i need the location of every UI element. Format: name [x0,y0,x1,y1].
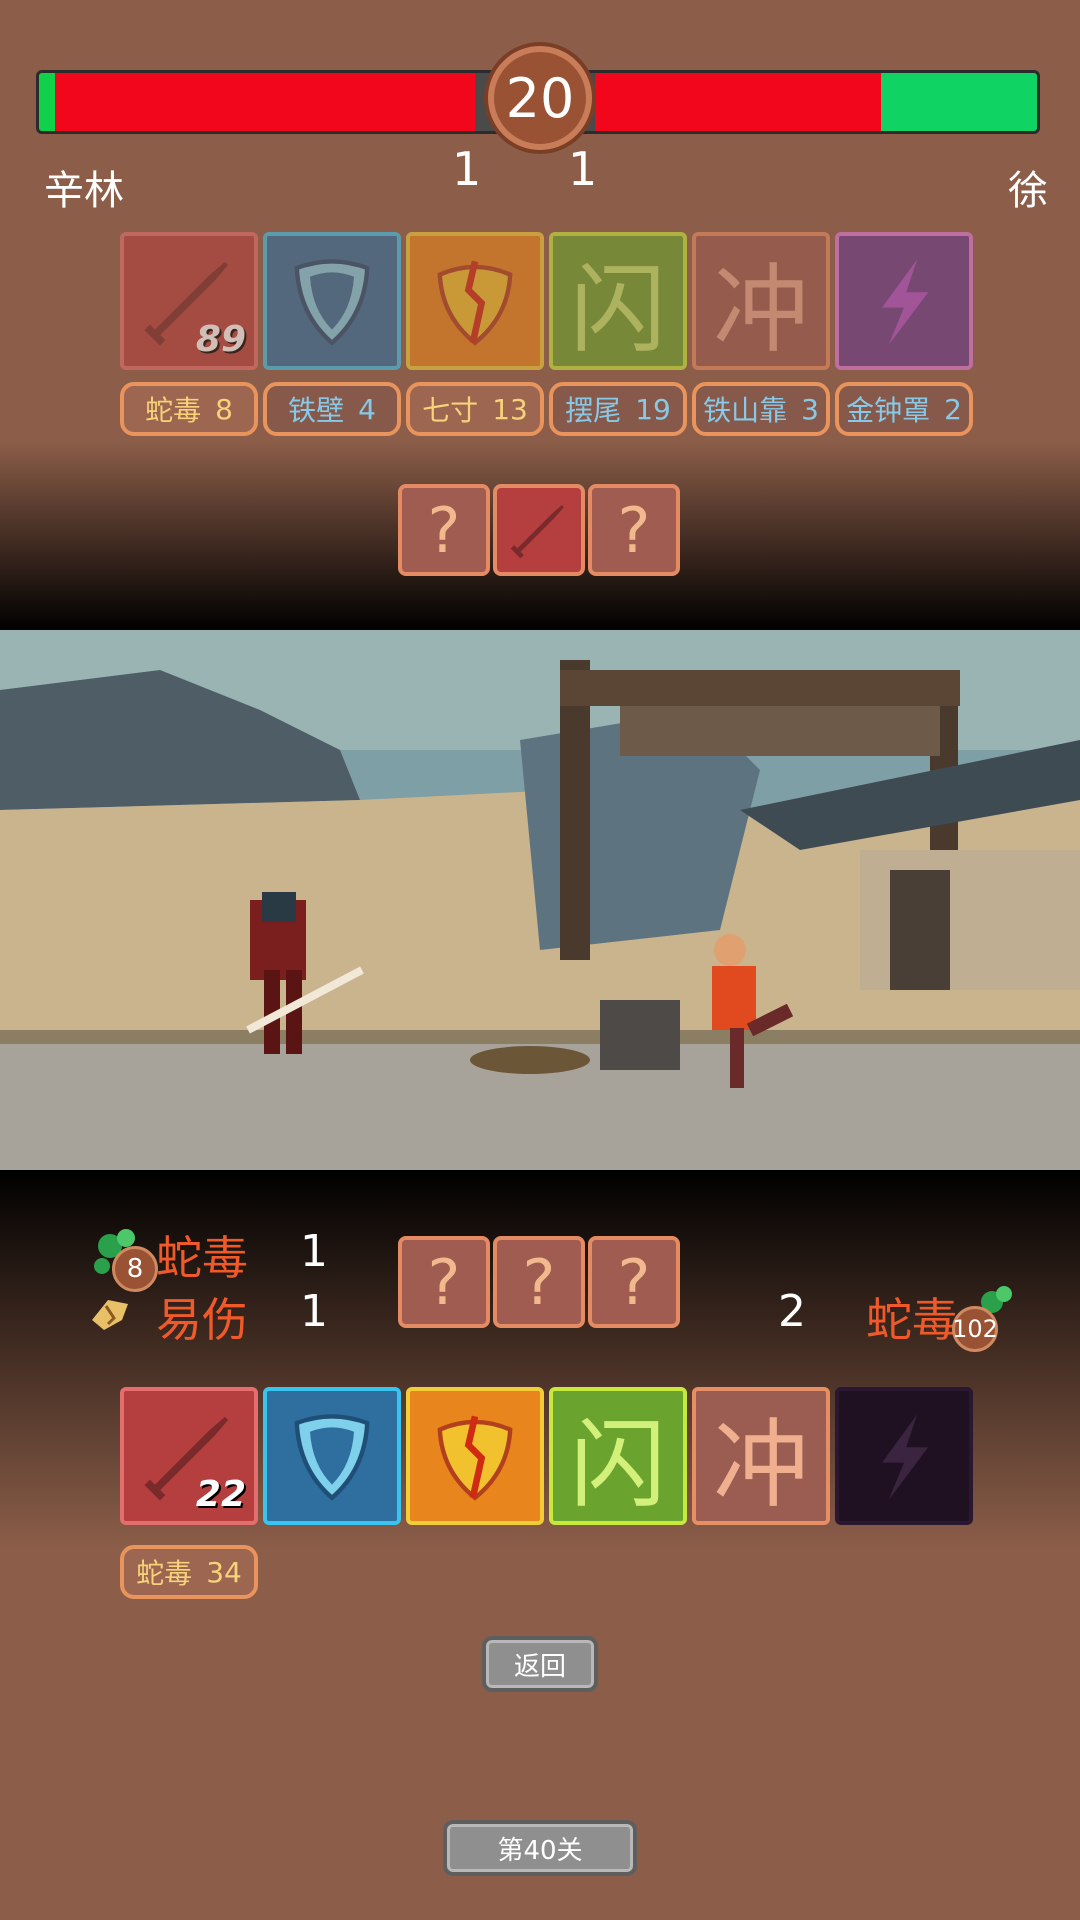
player-sword-count: 22 [195,1474,246,1515]
enemy-tag: 蛇毒 8 [120,382,258,436]
lightning-icon [882,259,929,345]
sword-icon [510,505,564,559]
tag-label: 铁壁 [288,394,345,427]
player-tag: 蛇毒 34 [120,1545,258,1599]
enemy-tag: 七寸 13 [406,382,544,436]
shield-icon [294,1414,370,1501]
lightning-icon [882,1414,929,1500]
tag-label: 摆尾 [565,394,622,427]
enemy-skill-charge[interactable]: 冲 [692,232,830,370]
enemy-queue-slot: ? [588,484,680,576]
broken-shield-icon [437,1415,513,1501]
tag-value: 2 [944,392,962,426]
enemy-name: 徐 [1008,168,1048,214]
player-hp-fill [39,73,55,131]
player-status-label: 易伤 [156,1293,248,1347]
level-button[interactable]: 第40关 [443,1820,637,1876]
enemy-skill-shield[interactable] [263,232,401,370]
tag-label: 七寸 [422,394,479,427]
player-skill-shield[interactable] [263,1387,401,1525]
charge-glyph-icon: 冲 [713,1408,809,1521]
player-status-value: 1 [300,1286,328,1337]
player-queue-slot[interactable]: ? [493,1236,585,1328]
enemy-status-label: 蛇毒 [866,1293,958,1347]
tag-value: 34 [206,1555,242,1589]
enemy-queue-slot-sword [493,484,585,576]
tag-label: 蛇毒 [136,1557,193,1590]
enemy-tag: 铁山靠 3 [692,382,830,436]
poison-badge: 102 [952,1306,998,1352]
tag-value: 3 [801,392,819,426]
enemy-status-value: 2 [778,1286,806,1337]
scene-background [0,630,1080,1170]
poison-icon: 102 [948,1282,1018,1352]
tag-label: 铁山靠 [703,394,788,427]
player-queue-slot[interactable]: ? [588,1236,680,1328]
enemy-score: 1 [568,142,598,196]
tag-value: 4 [358,392,376,426]
battle-scene [0,630,1080,1170]
dodge-glyph-icon: 闪 [570,253,666,366]
player-queue-slot[interactable]: ? [398,1236,490,1328]
tag-value: 19 [635,392,671,426]
enemy-sword-count: 89 [195,319,246,360]
tag-label: 蛇毒 [145,394,202,427]
charge-glyph-icon: 冲 [713,253,809,366]
player-status-label: 蛇毒 [156,1231,248,1285]
round-timer: 20 [488,46,592,150]
poison-badge: 8 [112,1246,158,1292]
player-hp-lost [55,73,475,131]
enemy-skill-dodge[interactable]: 闪 [549,232,687,370]
player-skill-lightning-disabled [835,1387,973,1525]
tag-value: 8 [215,392,233,426]
enemy-hp-lost [595,73,881,131]
enemy-skill-break[interactable] [406,232,544,370]
fracture-icon [88,1290,134,1336]
enemy-tag: 铁壁 4 [263,382,401,436]
enemy-tag: 摆尾 19 [549,382,687,436]
dodge-glyph-icon: 闪 [570,1408,666,1521]
broken-shield-icon [437,260,513,346]
enemy-skill-sword[interactable]: 89 [120,232,258,370]
enemy-skill-lightning[interactable] [835,232,973,370]
fracture-shape [92,1300,128,1330]
player-skill-sword[interactable]: 22 [120,1387,258,1525]
player-skill-break[interactable] [406,1387,544,1525]
poison-icon: 8 [88,1226,158,1292]
player-skill-charge[interactable]: 冲 [692,1387,830,1525]
tag-label: 金钟罩 [846,394,931,427]
player-skill-dodge[interactable]: 闪 [549,1387,687,1525]
player-name: 辛林 [44,168,124,214]
enemy-queue-slot: ? [398,484,490,576]
player-score: 1 [452,142,482,196]
back-button[interactable]: 返回 [482,1636,598,1692]
tag-value: 13 [492,392,528,426]
shield-icon [294,259,370,346]
enemy-hp-fill [881,73,1037,131]
enemy-tag: 金钟罩 2 [835,382,973,436]
player-status-value: 1 [300,1226,328,1277]
